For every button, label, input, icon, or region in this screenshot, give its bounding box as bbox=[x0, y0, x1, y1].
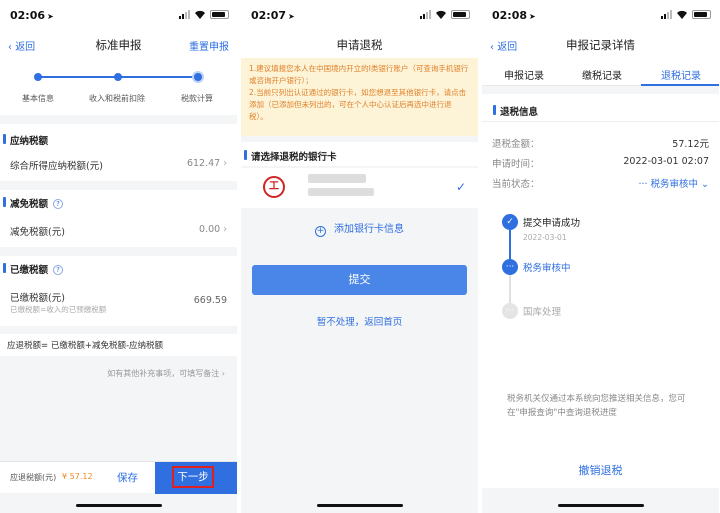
current-status-value: ··· 税务审核中 ⌄ bbox=[638, 179, 709, 190]
nav-bar: ‹ 返回 标准申报 重置申报 bbox=[0, 34, 237, 58]
nav-bar: ‹ 返回 申报记录详情 bbox=[482, 34, 719, 58]
step-dot-1 bbox=[34, 73, 42, 81]
add-bank-card-button[interactable]: + 添加银行卡信息 bbox=[241, 220, 478, 237]
status-bar: 02:06 ➤ bbox=[0, 0, 237, 34]
detail-panel: 退税信息 退税金额： 57.12元 申请时间： 2022-03-01 02:07 当… bbox=[482, 94, 719, 488]
timeline-step-3: 国库处理 bbox=[523, 307, 562, 318]
section-title: 已缴税额? bbox=[0, 262, 237, 276]
formula-text: 应退税额= 已缴税额+减免税额-应纳税额 bbox=[7, 341, 164, 351]
screen-standard-declaration: 02:06 ➤ ‹ 返回 标准申报 重置申报 基本信息 收入和税前扣除 税款计算 … bbox=[0, 0, 237, 513]
wifi-icon bbox=[436, 10, 446, 19]
step-label-3: 税款计算 bbox=[181, 94, 213, 103]
refund-amount: ¥ 57.12 bbox=[62, 472, 93, 481]
page-title: 申报记录详情 bbox=[566, 38, 635, 52]
apply-time-value: 2022-03-01 02:07 bbox=[623, 156, 709, 167]
selected-check-icon: ✓ bbox=[455, 180, 466, 194]
step-dot-2 bbox=[114, 73, 122, 81]
status-time: 02:08 ➤ bbox=[492, 9, 536, 22]
bank-card-option[interactable]: 工 ✓ bbox=[241, 168, 478, 208]
relief-value: 0.00 bbox=[199, 224, 221, 235]
section-title: 退税信息 bbox=[490, 104, 538, 118]
active-tab-indicator bbox=[641, 84, 719, 86]
refund-amount-row: 退税金额： 57.12元 bbox=[492, 136, 709, 150]
reset-declaration-button[interactable]: 重置申报 bbox=[189, 38, 229, 53]
masked-bank-name bbox=[308, 174, 366, 183]
progress-steps: 基本信息 收入和税前扣除 税款计算 bbox=[0, 58, 237, 115]
timeline-step-1: 提交申请成功 bbox=[523, 218, 581, 229]
tab-payment-records[interactable]: 缴税记录 bbox=[582, 67, 622, 82]
home-indicator bbox=[557, 504, 644, 507]
step-dot-3 bbox=[192, 71, 204, 83]
status-time: 02:06 ➤ bbox=[10, 9, 54, 22]
refund-label: 应退税额(元) bbox=[10, 473, 57, 482]
home-indicator bbox=[316, 504, 403, 507]
return-home-link[interactable]: 暂不处理，返回首页 bbox=[241, 314, 478, 328]
screen-record-detail: 02:08 ➤ ‹ 返回 申报记录详情 申报记录 缴税记录 退税记录 退税信息 退… bbox=[482, 0, 719, 513]
signal-icon bbox=[420, 10, 431, 19]
info-icon[interactable]: ? bbox=[53, 199, 64, 209]
tab-refund-records[interactable]: 退税记录 bbox=[661, 67, 701, 82]
step-label-1: 基本信息 bbox=[22, 94, 54, 103]
status-time: 02:07 ➤ bbox=[251, 9, 295, 22]
section-title: 应纳税额 bbox=[0, 133, 237, 147]
masked-card-number bbox=[308, 188, 374, 196]
cancel-refund-button[interactable]: 撤销退税 bbox=[482, 454, 719, 488]
row-label: 已缴税额(元) bbox=[10, 293, 65, 304]
chevron-right-icon: › bbox=[223, 158, 227, 169]
pending-dots-icon: ··· bbox=[502, 303, 518, 319]
row-label: 减免税额(元) bbox=[10, 227, 65, 238]
step-label-2: 收入和税前扣除 bbox=[89, 94, 145, 103]
payable-row[interactable]: 综合所得应纳税额(元) 612.47 › bbox=[10, 158, 227, 172]
next-step-button[interactable]: 下一步 bbox=[155, 462, 237, 494]
page-title: 申请退税 bbox=[336, 38, 383, 52]
notice-banner: 1.建议填报您本人在中国境内开立的Ⅰ类银行账户（可查询手机银行或咨询开户银行）；… bbox=[241, 58, 478, 136]
relief-section: 减免税额? 减免税额(元) 0.00 › bbox=[0, 190, 237, 247]
status-bar: 02:08 ➤ bbox=[482, 0, 719, 34]
battery-icon bbox=[451, 10, 470, 19]
timeline-step-1-date: 2022-03-01 bbox=[523, 233, 567, 242]
battery-icon bbox=[692, 10, 711, 19]
paid-row: 已缴税额(元) 669.59 bbox=[10, 290, 227, 306]
in-progress-dots-icon: ··· bbox=[502, 259, 518, 275]
wifi-icon bbox=[195, 10, 205, 19]
battery-icon bbox=[210, 10, 229, 19]
info-icon[interactable]: ? bbox=[53, 265, 64, 275]
payable-section: 应纳税额 综合所得应纳税额(元) 612.47 › bbox=[0, 124, 237, 181]
select-card-header: 请选择退税的银行卡 bbox=[241, 142, 478, 166]
signal-icon bbox=[661, 10, 672, 19]
plus-circle-icon: + bbox=[315, 226, 326, 237]
info-note: 税务机关仅通过本系统向您推送相关信息，您可在"申报查询"中查询退税进度 bbox=[507, 394, 686, 418]
status-bar: 02:07 ➤ bbox=[241, 0, 478, 34]
paid-subnote: 已缴税额=收入的已预缴税额 bbox=[10, 305, 107, 314]
apply-time-row: 申请时间： 2022-03-01 02:07 bbox=[492, 156, 709, 170]
tab-declaration-records[interactable]: 申报记录 bbox=[504, 67, 544, 82]
next-step-label: 下一步 bbox=[172, 466, 214, 488]
save-button[interactable]: 保存 bbox=[117, 470, 138, 485]
remark-link[interactable]: 如有其他补充事项，可填写备注 › bbox=[107, 368, 225, 379]
home-indicator bbox=[75, 504, 162, 507]
section-title: 减免税额? bbox=[0, 196, 237, 210]
screen-apply-refund: 02:07 ➤ 申请退税 1.建议填报您本人在中国境内开立的Ⅰ类银行账户（可查询手… bbox=[241, 0, 478, 513]
step-done-check-icon: ✓ bbox=[502, 214, 518, 230]
signal-icon bbox=[179, 10, 190, 19]
tab-bar: 申报记录 缴税记录 退税记录 bbox=[482, 58, 719, 86]
wifi-icon bbox=[677, 10, 687, 19]
relief-row[interactable]: 减免税额(元) 0.00 › bbox=[10, 224, 227, 238]
paid-section: 已缴税额? 已缴税额(元) 669.59 已缴税额=收入的已预缴税额 bbox=[0, 256, 237, 326]
timeline-step-2: 税务审核中 bbox=[523, 263, 571, 274]
bank-logo-icon: 工 bbox=[263, 176, 285, 198]
payable-value: 612.47 bbox=[186, 158, 221, 169]
nav-bar: 申请退税 bbox=[241, 34, 478, 58]
section-title: 请选择退税的银行卡 bbox=[241, 149, 478, 163]
refund-amount-value: 57.12元 bbox=[672, 139, 709, 150]
bottom-action-bar: 应退税额(元) ¥ 57.12 保存 下一步 bbox=[0, 461, 237, 494]
chevron-right-icon: › bbox=[223, 224, 227, 235]
submit-button[interactable]: 提交 bbox=[252, 265, 467, 295]
current-status-row[interactable]: 当前状态： ··· 税务审核中 ⌄ bbox=[492, 176, 709, 190]
row-label: 综合所得应纳税额(元) bbox=[10, 161, 103, 172]
formula-row: 应退税额= 已缴税额+减免税额-应纳税额 bbox=[0, 334, 237, 356]
